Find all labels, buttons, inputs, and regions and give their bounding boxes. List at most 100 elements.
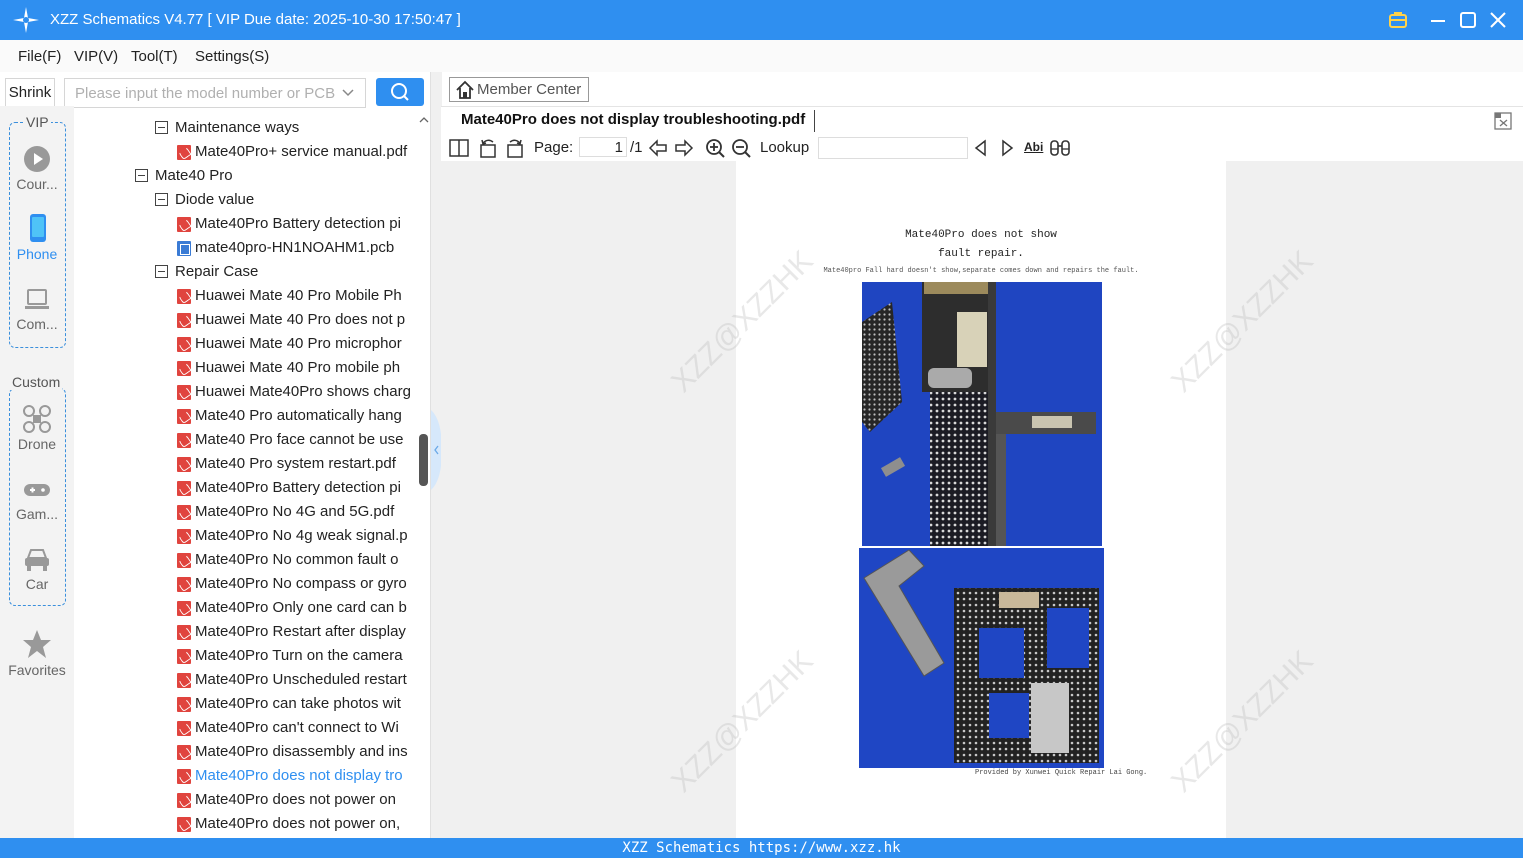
tree-item-label: Mate40 Pro automatically hang — [195, 407, 402, 424]
search-input[interactable] — [73, 79, 337, 107]
chevron-down-icon[interactable] — [341, 86, 355, 100]
pdf-file-icon — [177, 529, 191, 544]
tree-file[interactable]: Huawei Mate40Pro shows charg — [74, 380, 418, 404]
tree-file[interactable]: Mate40Pro Battery detection pi — [74, 212, 418, 236]
category-car[interactable]: Car — [0, 546, 74, 592]
tree-file[interactable]: Mate40Pro No 4G and 5G.pdf — [74, 500, 418, 524]
tree-file[interactable]: Mate40Pro Turn on the camera — [74, 644, 418, 668]
tree-file[interactable]: Mate40Pro does not power on, — [74, 812, 418, 836]
lookup-input[interactable] — [818, 137, 968, 159]
category-drone[interactable]: Drone — [0, 404, 74, 452]
close-icon[interactable] — [1486, 8, 1510, 32]
find-next-icon[interactable] — [996, 137, 1018, 159]
tree-file[interactable]: Mate40Pro can take photos wit — [74, 692, 418, 716]
menu-file[interactable]: File(F) — [18, 48, 61, 65]
category-phone[interactable]: Phone — [0, 212, 74, 262]
gamepad-icon — [24, 484, 50, 496]
tree-file[interactable]: Mate40Pro can't connect to Wi — [74, 716, 418, 740]
tree-file[interactable]: Mate40Pro does not power on — [74, 788, 418, 812]
tree-item-label: Mate40 Pro system restart.pdf — [195, 455, 396, 472]
pdf-file-icon — [177, 385, 191, 400]
category-game[interactable]: Gam... — [0, 478, 74, 522]
tree-file[interactable]: Mate40Pro Only one card can b — [74, 596, 418, 620]
tree-file[interactable]: Huawei Mate 40 Pro does not p — [74, 308, 418, 332]
menu-bar: File(F) VIP(V) Tool(T) Settings(S) — [0, 40, 1523, 72]
tree-item-label: Mate40 Pro — [155, 167, 233, 184]
menu-tool[interactable]: Tool(T) — [131, 48, 178, 65]
category-label: Phone — [16, 246, 58, 262]
tree-file[interactable]: Mate40Pro+ service manual.pdf — [74, 140, 418, 164]
pdf-file-icon — [177, 625, 191, 640]
collapse-toggle-icon[interactable] — [155, 193, 168, 206]
pdf-file-icon — [177, 505, 191, 520]
tree-file[interactable]: mate40pro-HN1NOAHM1.pcb — [74, 236, 418, 260]
favorites-label: Favorites — [8, 662, 66, 678]
tree-item-label: Mate40Pro Unscheduled restart — [195, 671, 407, 688]
tree-scrollbar[interactable] — [418, 112, 430, 838]
menu-settings[interactable]: Settings(S) — [195, 48, 269, 65]
search-button[interactable] — [376, 78, 424, 106]
tree-file[interactable]: Huawei Mate 40 Pro mobile ph — [74, 356, 418, 380]
tree-item-label: Mate40Pro disassembly and ins — [195, 743, 408, 760]
category-favorites[interactable]: Favorites — [0, 628, 74, 678]
pdf-file-icon — [177, 553, 191, 568]
next-page-icon[interactable] — [673, 137, 695, 159]
find-previous-icon[interactable] — [970, 137, 992, 159]
sidebar-toggle-icon[interactable] — [448, 137, 470, 159]
tree-file[interactable]: Mate40Pro disassembly and ins — [74, 740, 418, 764]
minimize-icon[interactable] — [1426, 8, 1450, 32]
rotate-right-icon[interactable] — [504, 137, 526, 159]
category-course[interactable]: Cour... — [0, 144, 74, 192]
tab-divider — [814, 110, 815, 132]
board-photo-top — [862, 282, 1102, 546]
tree-item-label: Mate40Pro can take photos wit — [195, 695, 401, 712]
close-tab-icon[interactable] — [1493, 111, 1513, 131]
title-bar: XZZ Schematics V4.77 [ VIP Due date: 202… — [0, 0, 1523, 40]
tree-file[interactable]: Huawei Mate 40 Pro Mobile Ph — [74, 284, 418, 308]
previous-page-icon[interactable] — [647, 137, 669, 159]
pdf-file-icon — [177, 793, 191, 808]
tree-folder[interactable]: Diode value — [74, 188, 418, 212]
menu-vip[interactable]: VIP(V) — [74, 48, 118, 65]
tree-folder[interactable]: Mate40 Pro — [74, 164, 418, 188]
tree-folder[interactable]: Repair Case — [74, 260, 418, 284]
zoom-out-icon[interactable] — [730, 137, 752, 159]
tree-file[interactable]: Mate40Pro No 4g weak signal.p — [74, 524, 418, 548]
tree-file[interactable]: Mate40Pro No compass or gyro — [74, 572, 418, 596]
drone-icon — [23, 405, 51, 433]
tree-file[interactable]: Mate40Pro does not display tro — [74, 764, 418, 788]
phone-icon — [30, 214, 46, 242]
category-computer[interactable]: Com... — [0, 286, 74, 332]
tree-file[interactable]: Mate40Pro Battery detection pi — [74, 476, 418, 500]
tree-file[interactable]: Mate40 Pro face cannot be use — [74, 428, 418, 452]
vip-briefcase-icon[interactable] — [1386, 8, 1410, 32]
maximize-icon[interactable] — [1456, 8, 1480, 32]
collapse-toggle-icon[interactable] — [155, 265, 168, 278]
pdf-file-icon — [177, 721, 191, 736]
tree-file[interactable]: Mate40 Pro system restart.pdf — [74, 452, 418, 476]
shrink-button[interactable]: Shrink — [5, 78, 55, 108]
category-label: Drone — [17, 436, 57, 452]
collapse-toggle-icon[interactable] — [135, 169, 148, 182]
pdf-file-icon — [177, 289, 191, 304]
tree-file[interactable]: Mate40Pro Restart after display — [74, 620, 418, 644]
match-case-button[interactable]: Abi — [1024, 140, 1043, 154]
tree-item-label: Mate40Pro Battery detection pi — [195, 479, 401, 496]
page-number-input[interactable]: 1 — [579, 137, 627, 157]
member-center-button[interactable]: Member Center — [449, 77, 589, 102]
tree-file[interactable]: Huawei Mate 40 Pro microphor — [74, 332, 418, 356]
binoculars-icon[interactable] — [1049, 137, 1071, 159]
search-icon — [391, 83, 409, 101]
pdf-file-icon — [177, 601, 191, 616]
category-label: Cour... — [16, 176, 58, 192]
document-tab-title[interactable]: Mate40Pro does not display troubleshooti… — [461, 111, 805, 128]
member-center-label: Member Center — [477, 81, 582, 98]
zoom-in-icon[interactable] — [704, 137, 726, 159]
tree-file[interactable]: Mate40 Pro automatically hang — [74, 404, 418, 428]
tree-item-label: Huawei Mate 40 Pro mobile ph — [195, 359, 401, 376]
collapse-toggle-icon[interactable] — [155, 121, 168, 134]
tree-file[interactable]: Mate40Pro Unscheduled restart — [74, 668, 418, 692]
tree-folder[interactable]: Maintenance ways — [74, 116, 418, 140]
rotate-left-icon[interactable] — [477, 137, 499, 159]
tree-file[interactable]: Mate40Pro No common fault o — [74, 548, 418, 572]
